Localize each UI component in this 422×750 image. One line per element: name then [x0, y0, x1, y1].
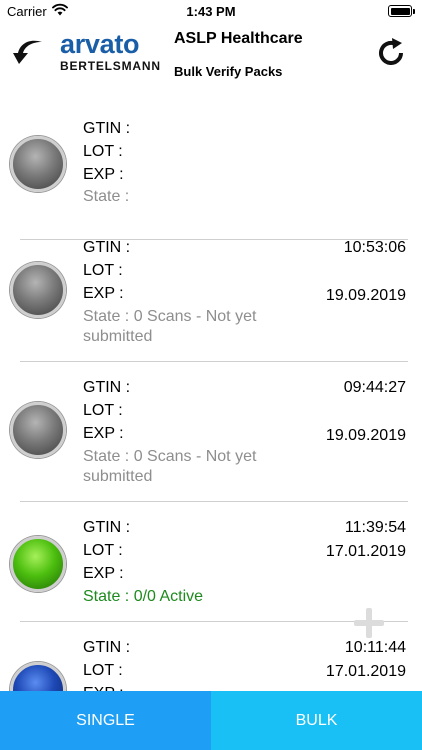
- gtin-label: GTIN :: [83, 239, 131, 256]
- status-indicator-icon: [10, 536, 66, 592]
- exp-label: EXP :: [83, 425, 124, 442]
- gtin-label: GTIN :: [83, 639, 131, 656]
- pack-row[interactable]: GTIN : LOT : EXP : State :: [0, 100, 422, 240]
- exp-label: EXP :: [83, 285, 124, 302]
- lot-label: LOT :: [83, 262, 123, 279]
- scan-date: 17.01.2019: [325, 663, 406, 680]
- status-time: 1:43 PM: [186, 4, 236, 19]
- status-indicator-icon: [10, 262, 66, 318]
- lot-label: LOT :: [83, 143, 123, 160]
- refresh-button[interactable]: [373, 35, 409, 71]
- scan-time: 09:44:27: [343, 379, 406, 396]
- status-indicator-icon: [10, 136, 66, 192]
- state-text: State :: [83, 188, 130, 205]
- lot-label: LOT :: [83, 542, 123, 559]
- add-button[interactable]: [352, 606, 386, 640]
- tab-bulk[interactable]: BULK: [211, 691, 422, 750]
- gtin-label: GTIN :: [83, 519, 131, 536]
- tab-single[interactable]: SINGLE: [0, 691, 211, 750]
- header: arvato BERTELSMANN ASLP Healthcare Bulk …: [0, 24, 422, 100]
- page-title: ASLP Healthcare: [174, 30, 303, 47]
- pack-list[interactable]: GTIN : LOT : EXP : State : GTIN : LOT : …: [0, 100, 422, 691]
- status-indicator-icon: [10, 662, 66, 691]
- arvato-logo: arvato BERTELSMANN: [60, 30, 160, 73]
- exp-label: EXP :: [83, 166, 124, 183]
- pack-row[interactable]: GTIN : LOT : EXP : 10:53:06 19.09.2019 S…: [0, 222, 422, 362]
- scan-date: 19.09.2019: [325, 427, 406, 444]
- pack-row[interactable]: GTIN : LOT : EXP : 09:44:27 19.09.2019 S…: [0, 362, 422, 502]
- gtin-label: GTIN :: [83, 120, 131, 137]
- page-subtitle: Bulk Verify Packs: [174, 64, 283, 79]
- logo-brand: arvato: [60, 29, 140, 59]
- logo-subtext: BERTELSMANN: [60, 59, 161, 73]
- status-bar: Carrier 1:43 PM: [0, 0, 422, 24]
- status-indicator-icon: [10, 402, 66, 458]
- pack-row[interactable]: GTIN : LOT : EXP : 11:39:54 17.01.2019 S…: [0, 502, 422, 622]
- scan-date: 19.09.2019: [325, 287, 406, 304]
- state-text: State : 0/0 Active: [83, 588, 204, 605]
- gtin-label: GTIN :: [83, 379, 131, 396]
- scan-time: 10:53:06: [343, 239, 406, 256]
- scan-time: 11:39:54: [344, 519, 406, 536]
- tab-bar: SINGLE BULK: [0, 691, 422, 750]
- exp-label: EXP :: [83, 565, 124, 582]
- lot-label: LOT :: [83, 662, 123, 679]
- lot-label: LOT :: [83, 402, 123, 419]
- exp-label: EXP :: [83, 682, 124, 691]
- state-text: State : 0 Scans - Not yet submitted: [83, 308, 257, 345]
- state-text: State : 0 Scans - Not yet submitted: [83, 448, 257, 485]
- back-button[interactable]: [12, 38, 48, 68]
- scan-date: 17.01.2019: [325, 543, 406, 560]
- battery-icon: [388, 5, 415, 17]
